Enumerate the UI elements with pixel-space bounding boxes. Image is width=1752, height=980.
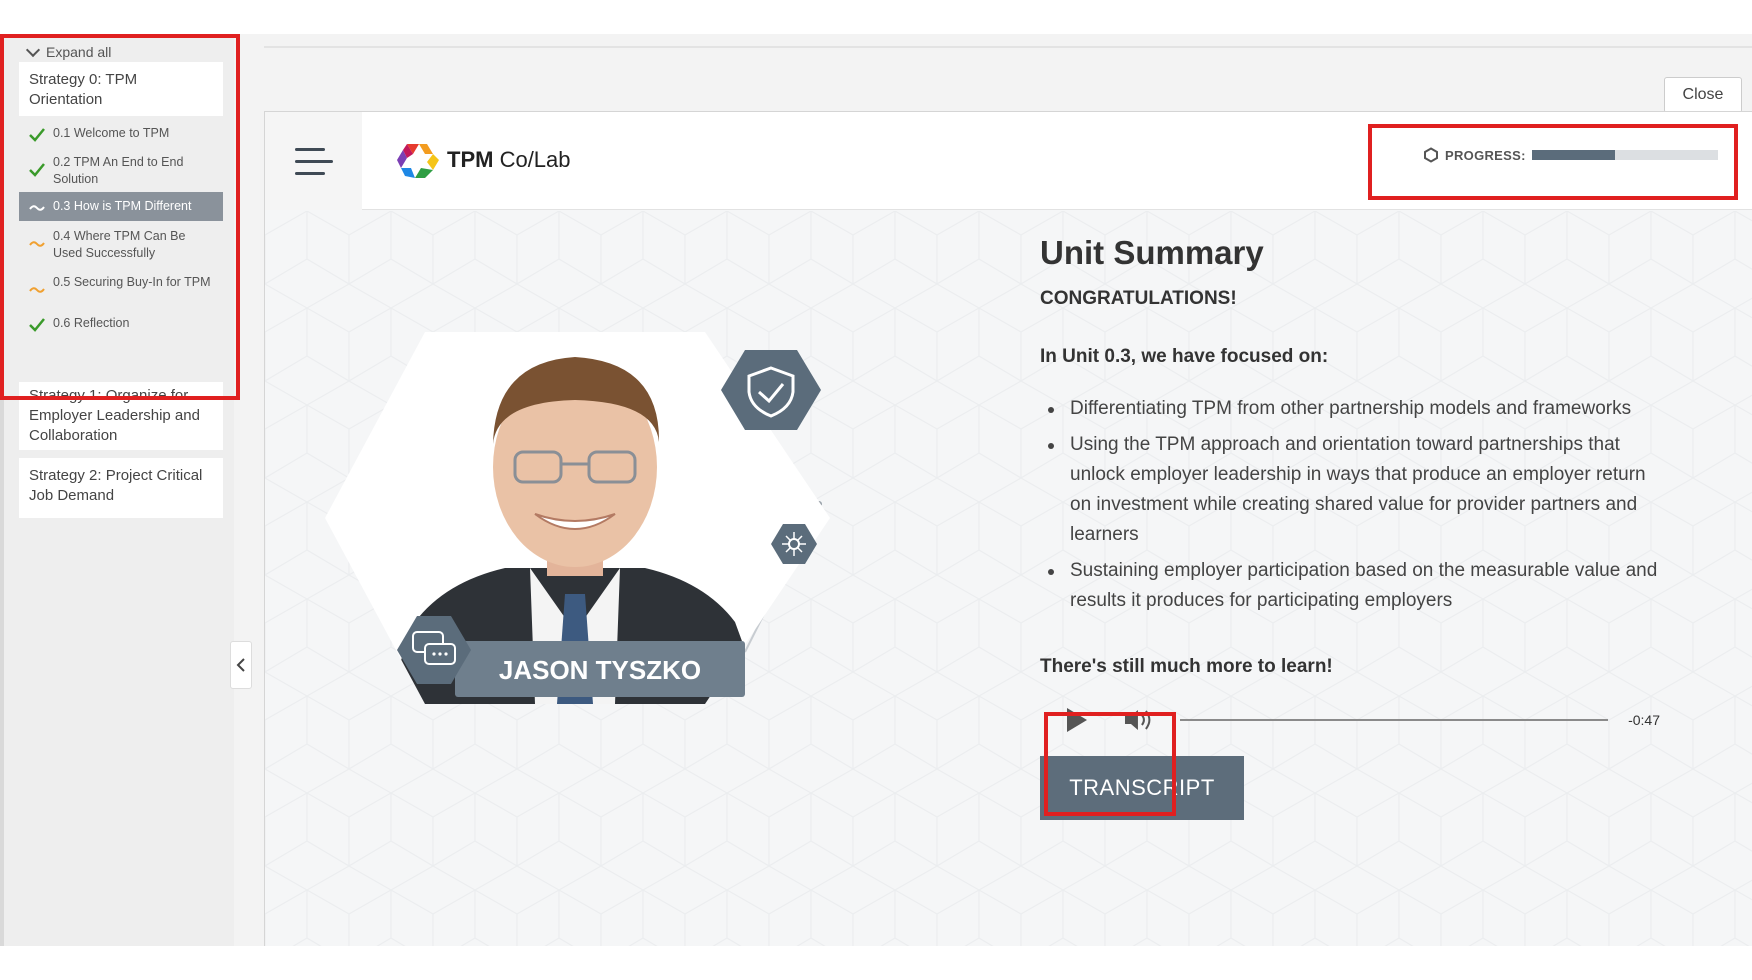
expand-all-toggle[interactable]: Expand all xyxy=(25,40,112,64)
menu-button[interactable] xyxy=(265,112,362,210)
summary-intro: In Unit 0.3, we have focused on: xyxy=(1040,346,1329,367)
play-button[interactable] xyxy=(1062,705,1092,735)
strategy-2-card[interactable]: Strategy 2: Project Critical Job Demand xyxy=(19,458,223,518)
hexagon-outline-icon xyxy=(1424,147,1438,163)
course-player: TPM Co/Lab PROGRESS: JASON TYSZKO Unit S… xyxy=(264,111,1752,946)
player-header: TPM Co/Lab PROGRESS: xyxy=(265,112,1752,210)
summary-bullet: Using the TPM approach and orientation t… xyxy=(1048,430,1660,550)
logo-bold-text: TPM xyxy=(447,147,494,172)
hamburger-icon xyxy=(295,147,325,151)
progress-bar xyxy=(1531,150,1718,160)
collapse-sidebar-button[interactable] xyxy=(230,641,252,689)
strategy-label: Strategy 0: TPM Orientation xyxy=(29,71,138,108)
expand-all-label: Expand all xyxy=(46,44,112,60)
progress-label: PROGRESS: xyxy=(1445,147,1526,163)
unit-label: 0.6 Reflection xyxy=(53,316,130,330)
audio-player: -0:47 xyxy=(1040,700,1660,740)
strategy-label: Strategy 2: Project Critical Job Demand xyxy=(29,467,203,504)
strategy-label: Strategy 1: Organize for Employer Leader… xyxy=(29,387,200,444)
strategy-0-card[interactable]: Strategy 0: TPM Orientation xyxy=(19,62,223,116)
congratulations-text: CONGRATULATIONS! xyxy=(1040,288,1237,309)
logo-mark-icon xyxy=(397,144,439,178)
chevron-left-icon xyxy=(236,658,245,672)
more-to-learn-text: There's still much more to learn! xyxy=(1040,656,1333,677)
unit-label: 0.2 TPM An End to End Solution xyxy=(53,155,184,186)
divider xyxy=(264,46,1752,48)
play-icon xyxy=(1066,708,1087,732)
checkmark-icon xyxy=(29,318,45,332)
unit-label: 0.5 Securing Buy-In for TPM xyxy=(53,275,211,289)
tilde-icon xyxy=(29,205,45,211)
unit-label: 0.3 How is TPM Different xyxy=(53,199,192,213)
progress-indicator: PROGRESS: xyxy=(1423,147,1718,163)
chevron-down-icon xyxy=(25,42,41,57)
course-outline-sidebar: Expand all Strategy 0: TPM Orientation 0… xyxy=(0,34,234,946)
unit-0-1[interactable]: 0.1 Welcome to TPM xyxy=(19,125,223,142)
checkmark-icon xyxy=(29,128,45,142)
unit-0-3-current[interactable]: 0.3 How is TPM Different xyxy=(19,192,223,221)
tpm-colab-logo: TPM Co/Lab xyxy=(395,140,571,180)
transcript-button[interactable]: TRANSCRIPT xyxy=(1040,756,1244,820)
close-button[interactable]: Close xyxy=(1664,77,1742,113)
time-remaining: -0:47 xyxy=(1628,712,1661,728)
logo-text: Co/Lab xyxy=(493,147,571,172)
tilde-icon xyxy=(29,241,45,247)
tilde-icon xyxy=(29,287,45,293)
unit-summary-title: Unit Summary xyxy=(1040,234,1264,271)
unit-label: 0.1 Welcome to TPM xyxy=(53,126,170,140)
summary-bullet: Sustaining employer participation based … xyxy=(1048,556,1660,616)
summary-bullets: Differentiating TPM from other partnersh… xyxy=(1040,394,1660,616)
checkmark-icon xyxy=(29,163,45,177)
unit-0-6[interactable]: 0.6 Reflection xyxy=(19,315,223,332)
unit-summary-panel: Unit Summary CONGRATULATIONS! In Unit 0.… xyxy=(1040,234,1660,820)
unit-label: 0.4 Where TPM Can Be Used Successfully xyxy=(53,229,186,260)
presenter-graphic: JASON TYSZKO xyxy=(325,332,830,704)
unit-0-4[interactable]: 0.4 Where TPM Can Be Used Successfully xyxy=(19,228,223,262)
unit-0-2[interactable]: 0.2 TPM An End to End Solution xyxy=(19,154,223,188)
summary-bullet: Differentiating TPM from other partnersh… xyxy=(1048,394,1660,424)
progress-fill xyxy=(1531,150,1616,160)
unit-0-5[interactable]: 0.5 Securing Buy-In for TPM xyxy=(19,274,223,293)
audio-seek-bar[interactable] xyxy=(1179,719,1609,721)
speaker-icon[interactable] xyxy=(1122,705,1156,735)
presenter-name: JASON TYSZKO xyxy=(499,655,701,685)
strategy-1-card[interactable]: Strategy 1: Organize for Employer Leader… xyxy=(19,382,223,450)
